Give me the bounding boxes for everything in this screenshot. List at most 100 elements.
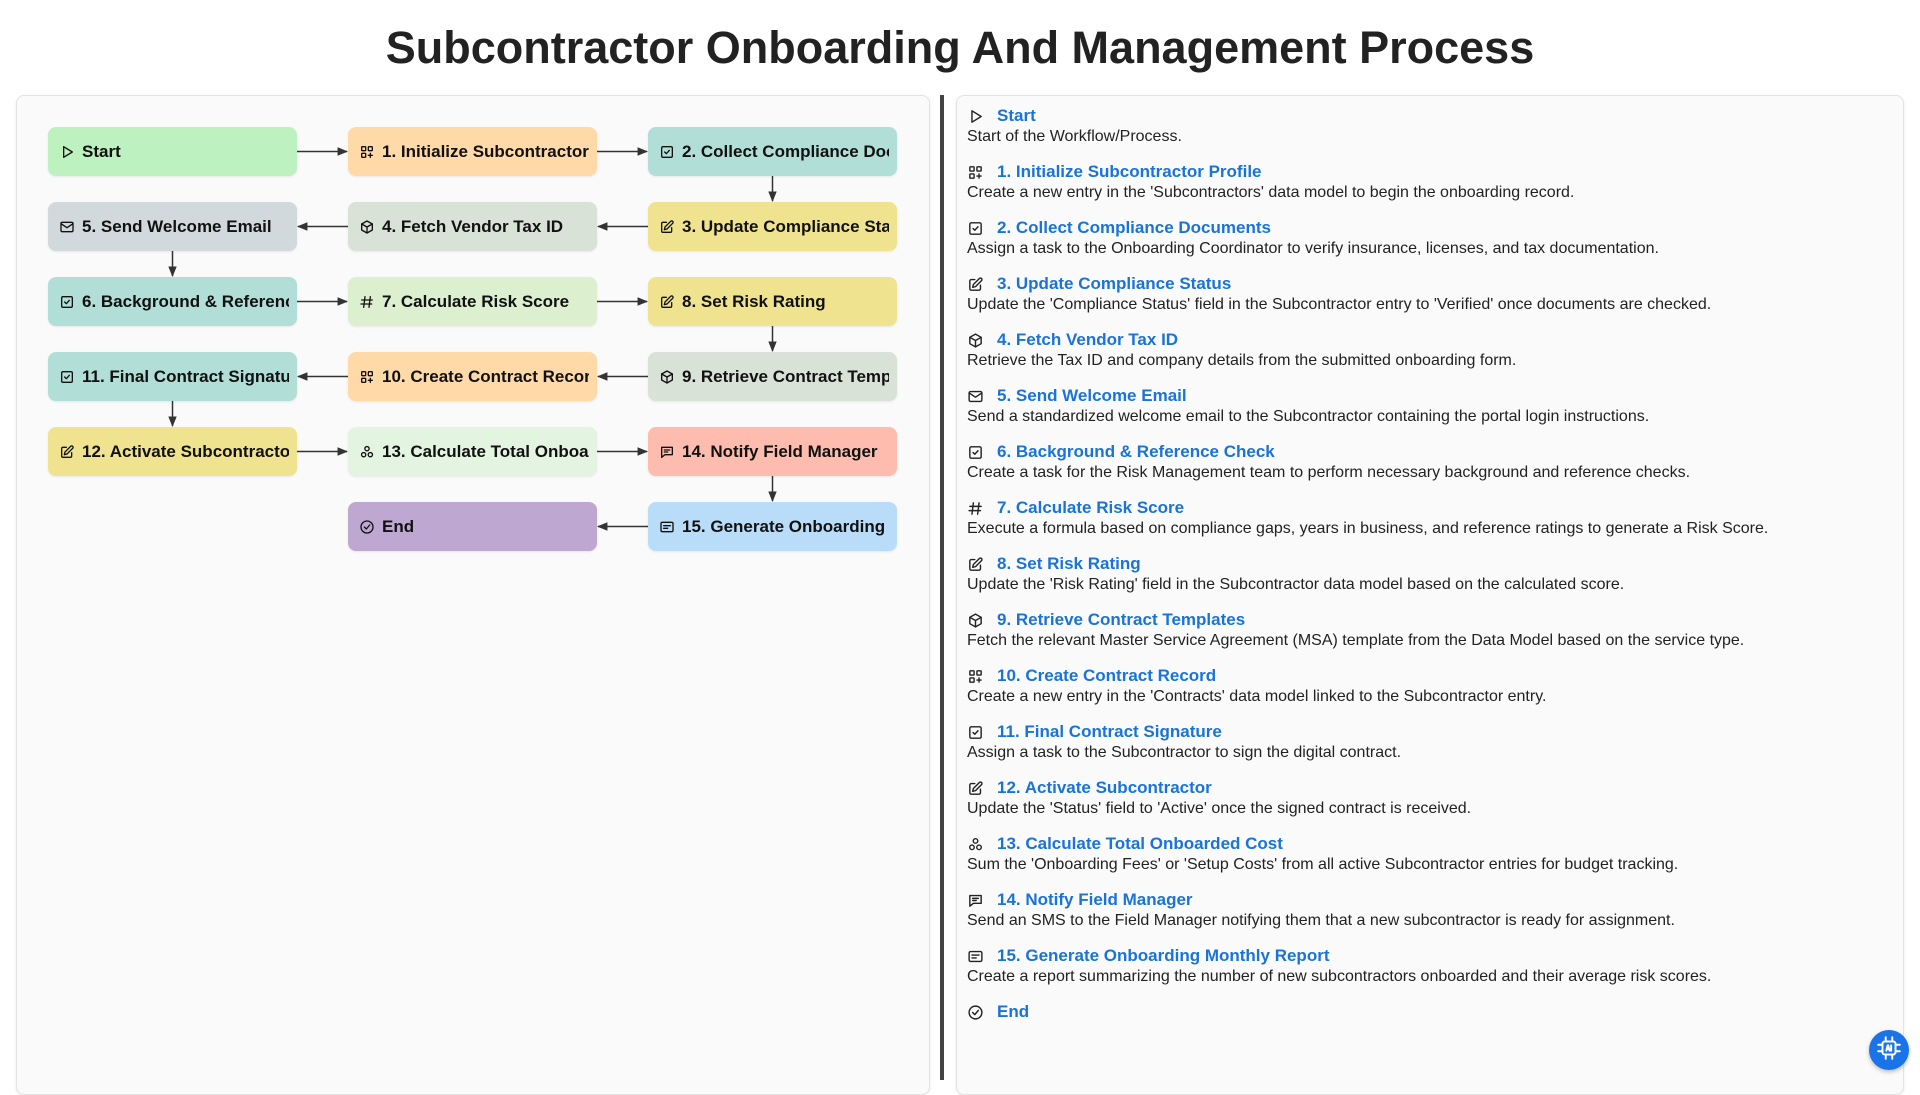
flow-node-s8[interactable]: 8. Set Risk Rating [648, 277, 897, 326]
step-title-link[interactable]: 10. Create Contract Record [997, 666, 1216, 686]
step-item: 12. Activate Subcontractor Update the 'St… [967, 778, 1892, 819]
step-header: 8. Set Risk Rating [967, 554, 1892, 574]
checkbox-icon [967, 444, 984, 461]
step-description: Assign a task to the Onboarding Coordina… [967, 240, 1659, 257]
step-description: Update the 'Risk Rating' field in the Su… [967, 576, 1625, 593]
step-title-link[interactable]: 15. Generate Onboarding Monthly Report [997, 946, 1329, 966]
step-title-link[interactable]: 13. Calculate Total Onboarded Cost [997, 834, 1283, 854]
edit-icon [967, 276, 984, 293]
step-item: 8. Set Risk Rating Update the 'Risk Ratin… [967, 554, 1892, 595]
step-description: Update the 'Status' field to 'Active' on… [967, 800, 1472, 817]
step-header: 12. Activate Subcontractor [967, 778, 1892, 798]
step-details-list: Start Start of the Workflow/Process. 1. In… [967, 106, 1892, 1037]
grid-icon [359, 369, 375, 385]
flow-node-label: 9. Retrieve Contract Templates [682, 366, 889, 386]
step-header: 4. Fetch Vendor Tax ID [967, 330, 1892, 350]
step-title-link[interactable]: Start [997, 106, 1036, 126]
flow-diagram-panel[interactable]: Start 1. Initialize Subcontractor Profile… [16, 95, 930, 1095]
edit-icon [659, 294, 675, 310]
report-icon [659, 519, 675, 535]
step-item: 1. Initialize Subcontractor Profile Creat… [967, 162, 1892, 203]
flow-node-s6[interactable]: 6. Background & Reference Check [48, 277, 297, 326]
step-header: 2. Collect Compliance Documents [967, 218, 1892, 238]
flow-node-s9[interactable]: 9. Retrieve Contract Templates [648, 352, 897, 401]
step-item: 11. Final Contract Signature Assign a tas… [967, 722, 1892, 763]
step-item: 7. Calculate Risk Score Execute a formula… [967, 498, 1892, 539]
ai-assistant-button[interactable] [1869, 1030, 1909, 1070]
step-title-link[interactable]: 2. Collect Compliance Documents [997, 218, 1271, 238]
step-header: End [967, 1002, 1892, 1022]
flow-node-label: End [382, 516, 415, 536]
step-description: Create a new entry in the 'Contracts' da… [967, 688, 1547, 705]
flow-node-s13[interactable]: 13. Calculate Total Onboarded Cost [348, 427, 597, 476]
step-details-panel[interactable]: Start Start of the Workflow/Process. 1. In… [956, 95, 1904, 1095]
step-item: 4. Fetch Vendor Tax ID Retrieve the Tax I… [967, 330, 1892, 371]
step-description: Assign a task to the Subcontractor to si… [967, 744, 1402, 761]
step-header: 10. Create Contract Record [967, 666, 1892, 686]
flow-node-start[interactable]: Start [48, 127, 297, 176]
cube-icon [359, 219, 375, 235]
step-description: Create a new entry in the 'Subcontractor… [967, 184, 1575, 201]
step-header: 13. Calculate Total Onboarded Cost [967, 834, 1892, 854]
mail-icon [59, 219, 75, 235]
hash-icon [967, 500, 984, 517]
step-title-link[interactable]: 4. Fetch Vendor Tax ID [997, 330, 1178, 350]
step-title-link[interactable]: 1. Initialize Subcontractor Profile [997, 162, 1262, 182]
page-title: Subcontractor Onboarding And Management … [385, 22, 1535, 73]
step-title-link[interactable]: 12. Activate Subcontractor [997, 778, 1212, 798]
flow-node-label: 15. Generate Onboarding Monthly Report [682, 516, 889, 536]
checkbox-icon [659, 144, 675, 160]
flow-node-label: 14. Notify Field Manager [682, 441, 878, 461]
step-title-link[interactable]: 9. Retrieve Contract Templates [997, 610, 1245, 630]
flow-node-label: 8. Set Risk Rating [682, 291, 826, 311]
flow-node-s4[interactable]: 4. Fetch Vendor Tax ID [348, 202, 597, 251]
step-item: 5. Send Welcome Email Send a standardized… [967, 386, 1892, 427]
flow-node-label: 12. Activate Subcontractor [82, 441, 289, 461]
step-description: Send an SMS to the Field Manager notifyi… [967, 912, 1675, 929]
message-icon [659, 444, 675, 460]
flow-node-s12[interactable]: 12. Activate Subcontractor [48, 427, 297, 476]
step-title-link[interactable]: End [997, 1002, 1029, 1022]
edit-icon [967, 780, 984, 797]
cube-icon [967, 612, 984, 629]
flow-node-s3[interactable]: 3. Update Compliance Status [648, 202, 897, 251]
grid-icon [967, 668, 984, 685]
flow-node-end[interactable]: End [348, 502, 597, 551]
flow-node-s15[interactable]: 15. Generate Onboarding Monthly Report [648, 502, 897, 551]
step-header: 11. Final Contract Signature [967, 722, 1892, 742]
flow-node-s7[interactable]: 7. Calculate Risk Score [348, 277, 597, 326]
step-title-link[interactable]: 14. Notify Field Manager [997, 890, 1193, 910]
flow-node-s2[interactable]: 2. Collect Compliance Documents [648, 127, 897, 176]
step-item: End [967, 1002, 1892, 1022]
step-item: 3. Update Compliance Status Update the 'C… [967, 274, 1892, 315]
flow-node-label: 4. Fetch Vendor Tax ID [382, 216, 564, 236]
step-title-link[interactable]: 11. Final Contract Signature [997, 722, 1222, 742]
step-header: 1. Initialize Subcontractor Profile [967, 162, 1892, 182]
step-header: 5. Send Welcome Email [967, 386, 1892, 406]
step-description: Create a report summarizing the number o… [967, 968, 1712, 985]
step-header: 15. Generate Onboarding Monthly Report [967, 946, 1892, 966]
step-header: 14. Notify Field Manager [967, 890, 1892, 910]
step-title-link[interactable]: 3. Update Compliance Status [997, 274, 1231, 294]
flow-node-label: Start [82, 141, 121, 161]
step-title-link[interactable]: 6. Background & Reference Check [997, 442, 1275, 462]
flow-node-s11[interactable]: 11. Final Contract Signature [48, 352, 297, 401]
flow-node-s1[interactable]: 1. Initialize Subcontractor Profile [348, 127, 597, 176]
checkbox-icon [967, 724, 984, 741]
flow-node-s14[interactable]: 14. Notify Field Manager [648, 427, 897, 476]
step-item: 13. Calculate Total Onboarded Cost Sum th… [967, 834, 1892, 875]
step-title-link[interactable]: 7. Calculate Risk Score [997, 498, 1184, 518]
step-title-link[interactable]: 5. Send Welcome Email [997, 386, 1187, 406]
step-item: 2. Collect Compliance Documents Assign a … [967, 218, 1892, 259]
step-header: 3. Update Compliance Status [967, 274, 1892, 294]
flow-node-label: 13. Calculate Total Onboarded Cost [382, 441, 589, 461]
flow-node-s5[interactable]: 5. Send Welcome Email [48, 202, 297, 251]
panel-divider[interactable] [940, 95, 944, 1080]
hash-icon [359, 294, 375, 310]
flow-node-label: 10. Create Contract Record [382, 366, 589, 386]
flow-node-s10[interactable]: 10. Create Contract Record [348, 352, 597, 401]
report-icon [967, 948, 984, 965]
step-item: 10. Create Contract Record Create a new e… [967, 666, 1892, 707]
step-header: 9. Retrieve Contract Templates [967, 610, 1892, 630]
step-title-link[interactable]: 8. Set Risk Rating [997, 554, 1141, 574]
